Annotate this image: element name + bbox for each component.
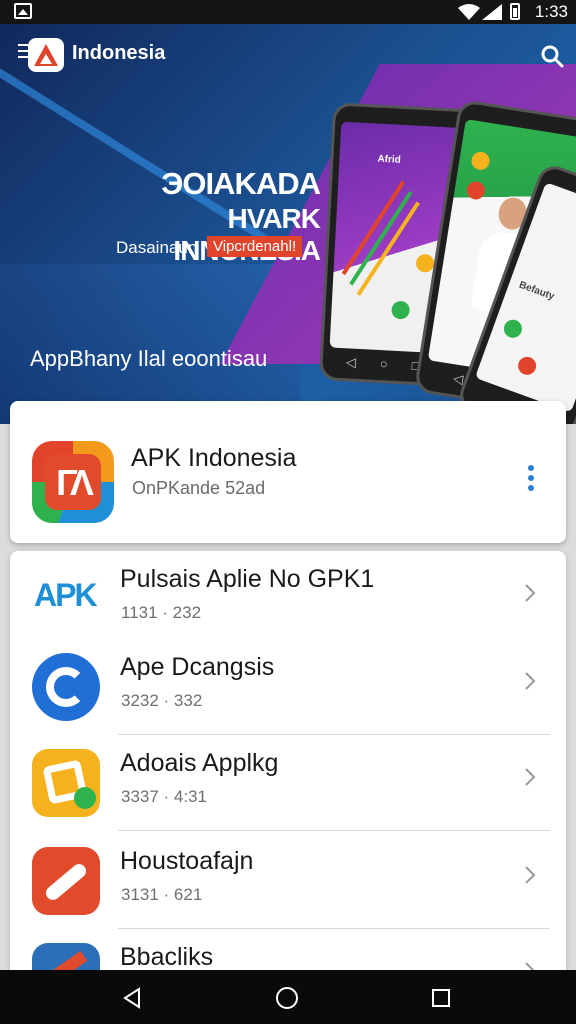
back-icon[interactable]: [122, 987, 142, 1009]
phone-label: Afrid: [377, 153, 402, 166]
menu-icon[interactable]: [18, 44, 28, 64]
chevron-right-icon: [525, 672, 536, 690]
app-logo-icon: [28, 38, 64, 72]
list-item[interactable]: Ape Dcangsis 3232 · 332: [10, 639, 566, 735]
recent-apps-icon[interactable]: [432, 989, 450, 1007]
app-dot: [415, 253, 435, 273]
chevron-right-icon: [525, 584, 536, 602]
chevron-right-icon: [525, 866, 536, 884]
system-nav-bar: [0, 970, 576, 1024]
list-item-title: Bbacliks: [120, 943, 214, 971]
status-time: 1:33: [534, 2, 568, 21]
yellow-square-icon: [32, 749, 100, 817]
hero-banner[interactable]: Indonesia ЭOIAKADA HVARK INNONESIA Dasai…: [0, 24, 576, 424]
app-list: APK Pulsais Aplie No GPK1 1131 · 232 Ape…: [10, 551, 566, 1024]
banner-tagline: AppBhany Ilal eoontisau: [30, 346, 268, 371]
list-item[interactable]: APK Pulsais Aplie No GPK1 1131 · 232: [10, 551, 566, 647]
apk-indonesia-logo-icon: ΓΛ: [32, 441, 114, 523]
list-item-meta: 3337 · 4:31: [121, 787, 208, 806]
list-item-title: Houstoafajn: [120, 847, 254, 875]
header-title: Indonesia: [72, 42, 166, 64]
list-item[interactable]: Houstoafajn 3131 · 621: [10, 833, 566, 929]
battery-icon: [510, 3, 520, 20]
more-options-icon[interactable]: [528, 465, 536, 493]
red-wrench-icon: [32, 847, 100, 915]
app-dot: [470, 150, 491, 172]
list-item-meta: 1131 · 232: [121, 603, 202, 622]
app-dot: [391, 300, 411, 320]
divider: [118, 830, 550, 831]
list-item-title: Adoais Applkg: [120, 749, 279, 777]
featured-app-card[interactable]: ΓΛ APK Indonesia OnPKande 52ad: [10, 401, 566, 543]
signal-icon: [482, 4, 502, 20]
blue-ring-icon: [32, 653, 100, 721]
phone-stripe: [349, 191, 413, 286]
phone-stripe: [341, 180, 405, 276]
phone-stripe: [356, 201, 420, 296]
apk-blue-icon: APK: [32, 565, 100, 633]
list-item[interactable]: Adoais Applkg 3337 · 4:31: [10, 735, 566, 831]
home-icon[interactable]: [276, 987, 298, 1009]
list-item-title: Ape Dcangsis: [120, 653, 275, 681]
app-dot: [515, 354, 539, 378]
featured-app-subtitle: OnPKande 52ad: [132, 478, 266, 498]
featured-app-name: APK Indonesia: [131, 444, 297, 472]
banner-heading: ЭOIAKADA: [161, 166, 321, 201]
status-bar: 1:33: [0, 0, 576, 24]
list-item-title: Pulsais Aplie No GPK1: [120, 565, 375, 593]
app-dot: [501, 317, 525, 341]
search-icon[interactable]: [540, 44, 564, 68]
gallery-icon: [14, 3, 32, 19]
wifi-icon: [458, 4, 480, 20]
phone-card-label: Befauty: [517, 279, 556, 303]
banner-subtitle: Dasainaun: [116, 238, 198, 257]
app-dot: [465, 180, 487, 201]
chevron-right-icon: [525, 768, 536, 786]
list-item-meta: 3232 · 332: [121, 691, 203, 710]
list-item-meta: 3131 · 621: [121, 885, 203, 904]
banner-badge[interactable]: Vipcrdenahl!: [207, 236, 303, 257]
